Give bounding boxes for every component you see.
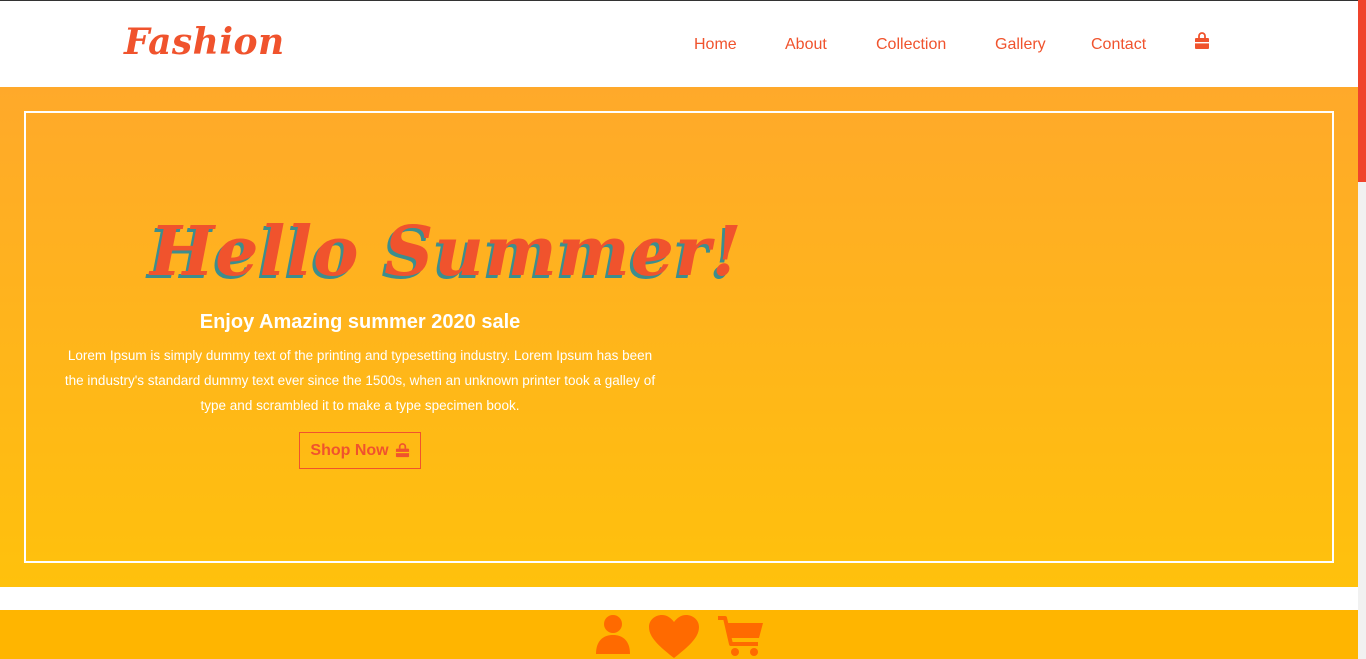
nav-collection-link[interactable]: Collection <box>876 36 946 54</box>
hero-subtitle: Enjoy Amazing summer 2020 sale <box>199 311 521 333</box>
hero-banner: Hello Summer! Enjoy Amazing summer 2020 … <box>0 87 1358 587</box>
page: Fashion Home About Collection Gallery Co… <box>0 0 1358 659</box>
user-icon[interactable] <box>594 614 632 656</box>
hero-title: Hello Summer! <box>150 212 743 292</box>
hero-description: Lorem Ipsum is simply dummy text of the … <box>64 348 656 413</box>
nav-contact-link[interactable]: Contact <box>1091 36 1146 54</box>
icon-band <box>0 610 1358 659</box>
shop-now-button[interactable]: Shop Now <box>299 432 421 469</box>
site-header: Fashion Home About Collection Gallery Co… <box>0 0 1358 87</box>
cart-icon[interactable] <box>716 614 766 658</box>
shop-now-label: Shop Now <box>310 441 389 459</box>
section-divider <box>0 587 1358 610</box>
shopping-bag-icon[interactable] <box>1194 32 1210 50</box>
main-nav: Home About Collection Gallery Contact <box>0 36 1358 56</box>
shopping-bag-icon <box>395 443 409 458</box>
scrollbar-thumb[interactable] <box>1358 0 1366 182</box>
nav-about-link[interactable]: About <box>785 36 827 54</box>
page-scrollbar[interactable] <box>1358 0 1366 659</box>
heart-icon[interactable] <box>648 614 700 659</box>
hero-frame <box>24 111 1334 563</box>
nav-gallery-link[interactable]: Gallery <box>995 36 1046 54</box>
nav-home-link[interactable]: Home <box>694 36 737 54</box>
